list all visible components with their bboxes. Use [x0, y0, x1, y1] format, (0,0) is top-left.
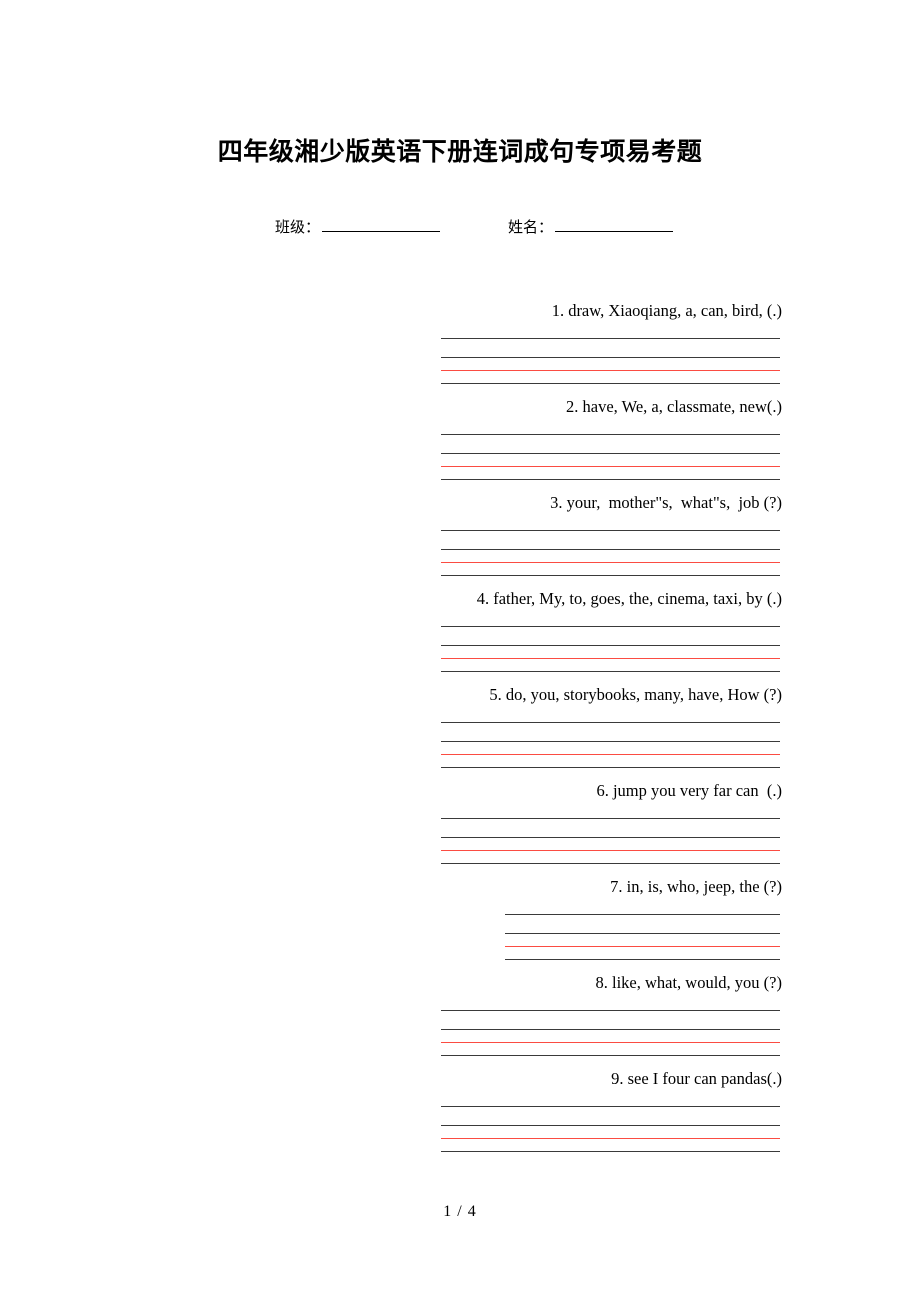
- answer-line-black: [441, 530, 780, 531]
- answer-line-black: [441, 863, 780, 864]
- question-text: 5. do, you, storybooks, many, have, How …: [489, 685, 782, 704]
- answer-line-red: [441, 370, 780, 371]
- question-text: 4. father, My, to, goes, the, cinema, ta…: [476, 589, 782, 608]
- answer-line-black: [441, 722, 780, 723]
- question-block: 2. have, We, a, classmate, new(.): [0, 396, 920, 492]
- answer-line-red: [441, 1042, 780, 1043]
- answer-line-black: [441, 549, 780, 550]
- answer-line-red: [441, 850, 780, 851]
- class-label: 班级：: [275, 218, 321, 236]
- answer-ruled-lines[interactable]: [441, 1104, 780, 1154]
- answer-line-red: [441, 658, 780, 659]
- answer-line-red: [505, 946, 780, 947]
- answer-line-black: [441, 645, 780, 646]
- answer-ruled-lines[interactable]: [441, 624, 780, 674]
- question-text: 9. see I four can pandas(.): [611, 1069, 782, 1088]
- answer-line-black: [505, 959, 780, 960]
- answer-line-black: [441, 434, 780, 435]
- answer-line-red: [441, 466, 780, 467]
- page-title: 四年级湘少版英语下册连词成句专项易考题: [217, 136, 703, 166]
- answer-line-black: [505, 933, 780, 934]
- answer-line-black: [441, 818, 780, 819]
- answer-line-black: [441, 1106, 780, 1107]
- answer-line-black: [441, 453, 780, 454]
- answer-line-black: [441, 837, 780, 838]
- answer-line-black: [441, 1125, 780, 1126]
- question-text: 2. have, We, a, classmate, new(.): [566, 397, 782, 416]
- answer-ruled-lines[interactable]: [505, 912, 780, 962]
- question-block: 3. your, mother"s, what"s, job (?): [0, 492, 920, 588]
- answer-line-black: [441, 741, 780, 742]
- question-text: 1. draw, Xiaoqiang, a, can, bird, (.): [551, 301, 782, 320]
- page-number-footer: 1 / 4: [443, 1203, 477, 1220]
- answer-line-black: [441, 1151, 780, 1152]
- student-info-row: 班级： 姓名：: [275, 216, 795, 238]
- answer-line-black: [441, 479, 780, 480]
- answer-ruled-lines[interactable]: [441, 816, 780, 866]
- answer-line-black: [441, 1010, 780, 1011]
- answer-line-black: [441, 671, 780, 672]
- answer-line-red: [441, 562, 780, 563]
- question-text: 7. in, is, who, jeep, the (?): [610, 877, 782, 896]
- question-block: 6. jump you very far can (.): [0, 780, 920, 876]
- question-text: 3. your, mother"s, what"s, job (?): [550, 493, 782, 512]
- answer-line-red: [441, 754, 780, 755]
- answer-line-black: [505, 914, 780, 915]
- question-text: 6. jump you very far can (.): [596, 781, 782, 800]
- question-text: 8. like, what, would, you (?): [595, 973, 782, 992]
- answer-ruled-lines[interactable]: [441, 528, 780, 578]
- answer-line-red: [441, 1138, 780, 1139]
- answer-ruled-lines[interactable]: [441, 720, 780, 770]
- answer-line-black: [441, 1055, 780, 1056]
- question-block: 1. draw, Xiaoqiang, a, can, bird, (.): [0, 300, 920, 396]
- class-field: 班级：: [275, 216, 441, 238]
- answer-line-black: [441, 626, 780, 627]
- answer-ruled-lines[interactable]: [441, 336, 780, 386]
- answer-line-black: [441, 1029, 780, 1030]
- class-blank-line[interactable]: [322, 217, 441, 232]
- answer-line-black: [441, 357, 780, 358]
- question-block: 7. in, is, who, jeep, the (?): [0, 876, 920, 972]
- question-block: 5. do, you, storybooks, many, have, How …: [0, 684, 920, 780]
- answer-ruled-lines[interactable]: [441, 1008, 780, 1058]
- name-label: 姓名：: [508, 218, 554, 236]
- answer-line-black: [441, 383, 780, 384]
- name-blank-line[interactable]: [555, 217, 674, 232]
- name-field: 姓名：: [508, 216, 674, 238]
- answer-ruled-lines[interactable]: [441, 432, 780, 482]
- worksheet-page: 四年级湘少版英语下册连词成句专项易考题 班级： 姓名： 1. draw, Xiao…: [0, 0, 920, 1302]
- question-block: 8. like, what, would, you (?): [0, 972, 920, 1068]
- answer-line-black: [441, 767, 780, 768]
- question-block: 4. father, My, to, goes, the, cinema, ta…: [0, 588, 920, 684]
- question-block: 9. see I four can pandas(.): [0, 1068, 920, 1164]
- answer-line-black: [441, 338, 780, 339]
- answer-line-black: [441, 575, 780, 576]
- question-list: 1. draw, Xiaoqiang, a, can, bird, (.) 2. …: [0, 300, 920, 1164]
